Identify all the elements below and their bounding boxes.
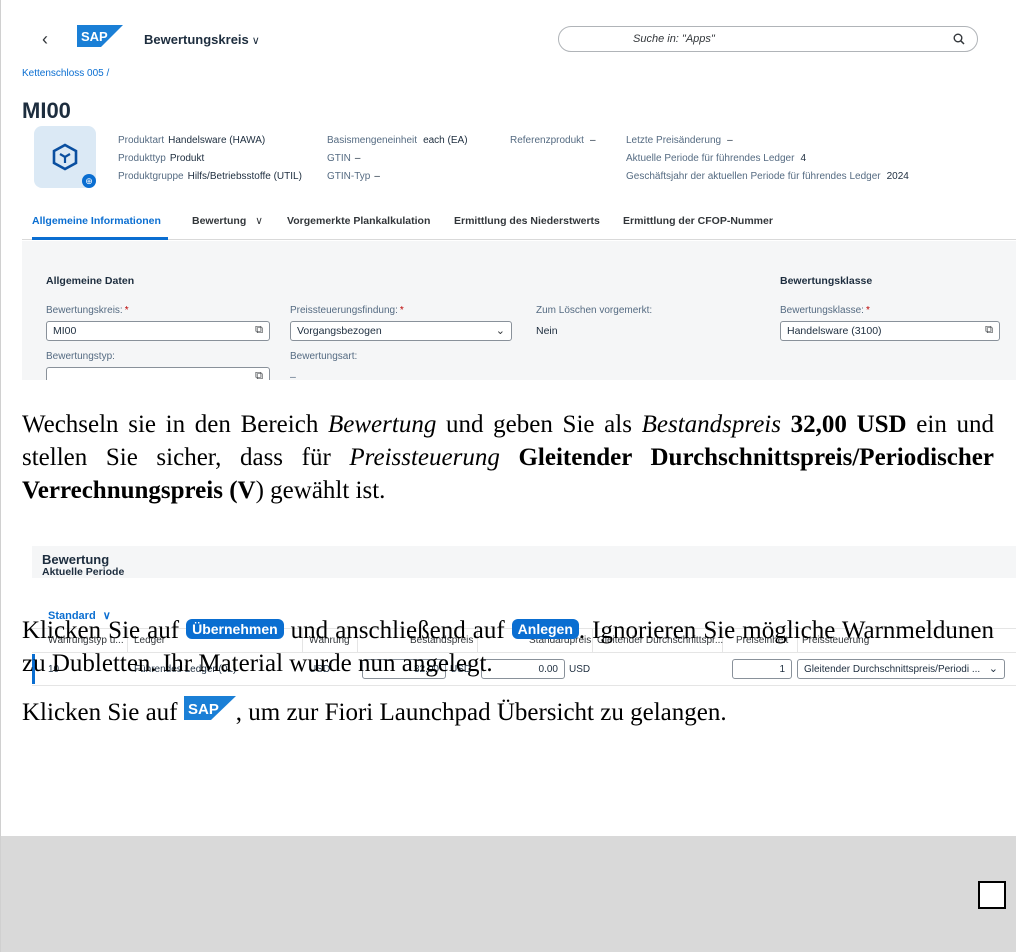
tab-allgemeine-informationen[interactable]: Allgemeine Informationen — [32, 215, 161, 227]
general-data-heading: Allgemeine Daten — [46, 275, 135, 287]
product-cube-icon — [52, 143, 78, 171]
attr-aktuelle-periode: Aktuelle Periode für führendes Ledger 4 — [626, 153, 807, 164]
sap-logo[interactable]: SAP — [77, 25, 123, 47]
tab-bewertung[interactable]: Bewertung ∨ — [192, 215, 263, 227]
sap-logo-text: SAP — [81, 29, 108, 44]
bewertungskreis-label: Bewertungskreis: * — [46, 305, 129, 316]
tab-ermittlung-niederstwert[interactable]: Ermittlung des Niederstwerts — [454, 215, 600, 227]
chevron-down-icon: ∨ — [255, 215, 263, 227]
active-tab-indicator — [32, 237, 168, 240]
breadcrumb[interactable]: Kettenschloss 005 / — [22, 68, 109, 79]
bewertungstyp-field[interactable]: ⧉ — [46, 367, 270, 380]
bewertungskreis-field[interactable]: MI00 ⧉ — [46, 321, 270, 341]
app-title-text: Bewertungskreis — [144, 32, 249, 47]
instruction-paragraph-3: Klicken Sie auf SAP, um zur Fiori Launch… — [22, 696, 994, 729]
bewertungsart-value: – — [290, 371, 296, 380]
chevron-down-icon: ∨ — [251, 35, 260, 47]
tab-bar: Allgemeine Informationen Bewertung ∨ Vor… — [22, 210, 1016, 240]
search-icon[interactable] — [953, 33, 965, 45]
sap-logo-inline: SAP — [183, 696, 236, 720]
back-button[interactable]: ‹ — [42, 30, 48, 48]
svg-text:SAP: SAP — [188, 701, 219, 718]
tab-vorgemerkte-plankalkulation[interactable]: Vorgemerkte Plankalkulation — [287, 215, 430, 227]
preissteuerungsfindung-label: Preissteuerungsfindung: * — [290, 305, 404, 316]
valuation-class-heading: Bewertungsklasse — [780, 275, 873, 287]
attr-geschaeftsjahr: Geschäftsjahr der aktuellen Periode für … — [626, 171, 909, 182]
instruction-paragraph-2: Klicken Sie auf Übernehmen und anschließ… — [22, 617, 994, 677]
screenshot-product-general-info: ‹ SAP Bewertungskreis ∨ Suche in: "Apps" … — [22, 10, 1016, 380]
chevron-down-icon: ⌄ — [495, 325, 505, 337]
general-data-section: Allgemeine Daten Bewertungsklasse Bewert… — [22, 241, 1016, 380]
attr-produkttyp: Produkttyp Produkt — [118, 153, 205, 164]
tab-ermittlung-cfop[interactable]: Ermittlung der CFOP-Nummer — [623, 215, 773, 227]
footer-area — [1, 836, 1016, 952]
attr-gtin: GTIN – — [327, 153, 361, 164]
bewertungstyp-label: Bewertungstyp: — [46, 351, 115, 362]
bewertungsklasse-label: Bewertungsklasse: * — [780, 305, 870, 316]
app-title-menu[interactable]: Bewertungskreis ∨ — [144, 32, 260, 47]
attr-produktgruppe: Produktgruppe Hilfs/Betriebsstoffe (UTIL) — [118, 171, 302, 182]
bewertungsklasse-field[interactable]: Handelsware (3100) ⧉ — [780, 321, 1000, 341]
valuation-title: Bewertung — [42, 552, 110, 567]
valuation-header: Bewertung Aktuelle Periode — [32, 546, 1016, 578]
search-placeholder: Suche in: "Apps" — [633, 33, 715, 45]
valuation-subtitle: Aktuelle Periode — [42, 566, 125, 578]
anlegen-button-image: Anlegen — [511, 619, 579, 639]
value-help-icon[interactable]: ⧉ — [255, 370, 263, 380]
attr-letzte-preisaenderung: Letzte Preisänderung – — [626, 135, 733, 146]
loeschen-value: Nein — [536, 325, 558, 337]
value-help-icon[interactable]: ⧉ — [255, 324, 263, 337]
preissteuerungsfindung-select[interactable]: Vorgangsbezogen ⌄ — [290, 321, 512, 341]
loeschen-label: Zum Löschen vorgemerkt: — [536, 305, 653, 316]
attr-produktart: Produktart Handelsware (HAWA) — [118, 135, 266, 146]
instruction-paragraph-1: Wechseln sie in den Bereich Bewertung un… — [22, 411, 995, 504]
page-left-border — [0, 0, 1, 952]
uebernehmen-button-image: Übernehmen — [186, 619, 284, 639]
attr-basismengeneinheit: Basismengeneinheit each (EA) — [327, 135, 468, 146]
object-title: MI00 — [22, 98, 71, 123]
zoom-icon[interactable]: ⊕ — [82, 174, 96, 188]
search-input[interactable]: Suche in: "Apps" — [558, 26, 978, 52]
attr-referenzprodukt: Referenzprodukt – — [510, 135, 596, 146]
bewertungsart-label: Bewertungsart: — [290, 351, 358, 362]
product-image[interactable]: ⊕ — [34, 126, 96, 188]
attr-gtin-typ: GTIN-Typ – — [327, 171, 380, 182]
value-help-icon[interactable]: ⧉ — [985, 324, 993, 337]
shell-bar: ‹ SAP Bewertungskreis ∨ Suche in: "Apps" — [22, 10, 1016, 66]
completion-checkbox[interactable] — [978, 881, 1006, 909]
